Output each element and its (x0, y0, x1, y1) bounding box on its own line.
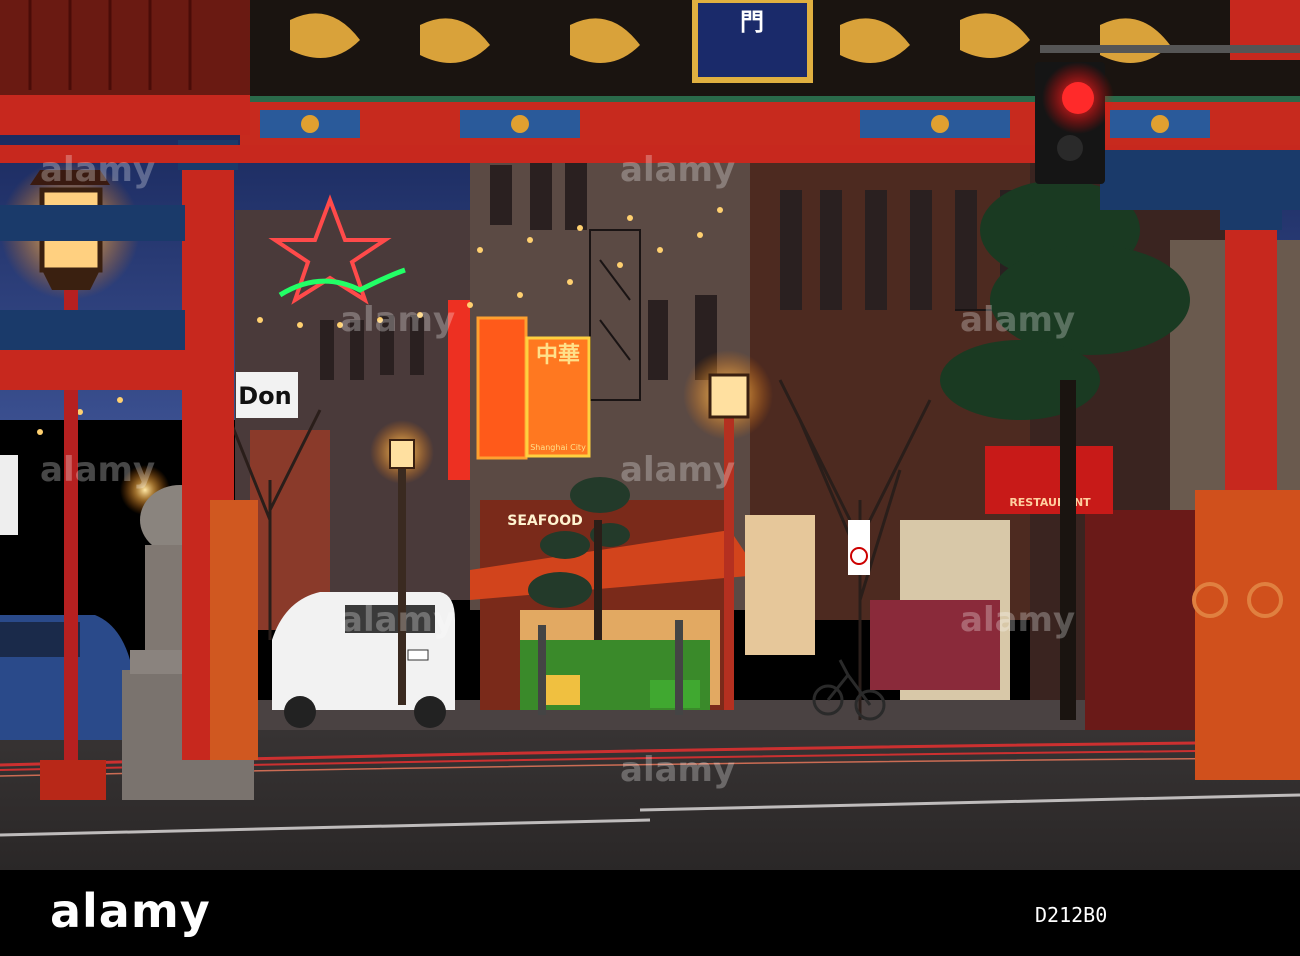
white-van (272, 592, 455, 728)
right-restaurant-sign: RESTAURANT (1009, 496, 1091, 509)
restaurant-name-sign: Shanghai City (530, 443, 586, 452)
alamy-logo[interactable]: alamy (50, 884, 211, 938)
chinese-restaurant-sign: 中華 (536, 343, 580, 368)
gate-plaque: 門 (692, 0, 813, 83)
gate-plaque-text: 門 (740, 7, 764, 36)
bottom-banner: alamy D212B0 (0, 870, 1300, 956)
left-store-sign: Don (238, 382, 292, 410)
image-id: D212B0 (1035, 903, 1108, 927)
seafood-sign: SEAFOOD (507, 513, 582, 529)
chinatown-night-photo: 中華 Shanghai City Don SEAFOOD RESTAURANT (0, 0, 1300, 870)
clothing-rack (870, 600, 1000, 690)
